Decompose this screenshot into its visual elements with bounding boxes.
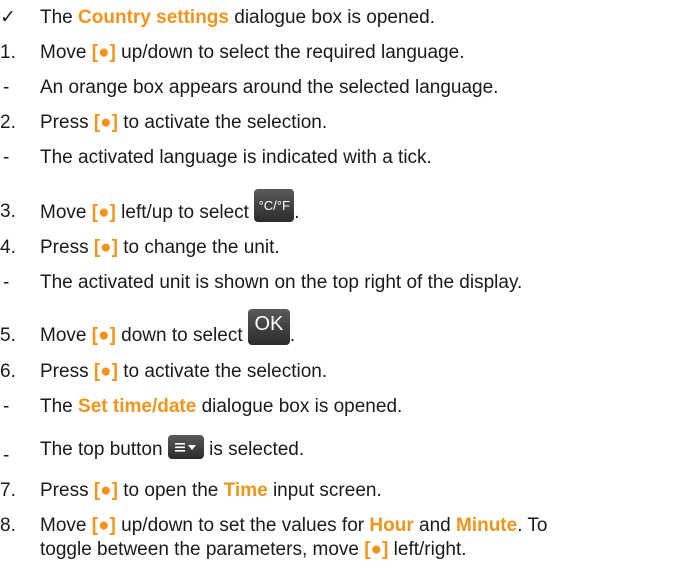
ok-button-icon: OK bbox=[247, 309, 290, 345]
line-text: The activated unit is shown on the top r… bbox=[40, 272, 523, 293]
line-text: Move [●] down to select OK. bbox=[40, 309, 295, 347]
line-text: The Country settings dialogue box is ope… bbox=[40, 7, 435, 28]
button-symbol: [●] bbox=[91, 515, 116, 536]
line-text: Press [●] to change the unit. bbox=[40, 237, 280, 258]
line-text: Press [●] to activate the selection. bbox=[40, 112, 328, 133]
line-text: An orange box appears around the selecte… bbox=[40, 77, 499, 98]
step-number: 8. bbox=[0, 515, 16, 536]
line-text: Move [●] up/down to set the values for H… bbox=[40, 515, 548, 536]
dash-marker: - bbox=[3, 272, 10, 293]
check-mark-icon: ✓ bbox=[0, 7, 16, 28]
dash-marker: - bbox=[3, 396, 10, 417]
button-symbol: [●] bbox=[93, 112, 118, 133]
button-symbol: [●] bbox=[364, 539, 389, 560]
step-number: 1. bbox=[0, 42, 16, 63]
unit-toggle-button-icon: °C/°F bbox=[254, 189, 295, 222]
step-number: 3. bbox=[0, 201, 16, 222]
dash-marker: - bbox=[3, 77, 10, 98]
parameter-hour: Hour bbox=[369, 515, 414, 536]
line-text: The activated language is indicated with… bbox=[40, 147, 432, 168]
dash-marker: - bbox=[3, 445, 10, 466]
line-text: toggle between the parameters, move [●] … bbox=[40, 539, 467, 560]
step-number: 5. bbox=[0, 325, 16, 346]
parameter-minute: Minute bbox=[455, 515, 518, 536]
line-text: The Set time/date dialogue box is opened… bbox=[40, 396, 403, 417]
line-text: Move [●] up/down to select the required … bbox=[40, 42, 465, 63]
menu-dropdown-icon bbox=[167, 435, 204, 459]
line-text: Press [●] to open the Time input screen. bbox=[40, 480, 382, 501]
step-number: 4. bbox=[0, 237, 16, 258]
button-symbol: [●] bbox=[93, 480, 118, 501]
dash-marker: - bbox=[3, 147, 10, 168]
dialogue-name: Country settings bbox=[78, 7, 229, 28]
button-symbol: [●] bbox=[91, 325, 116, 346]
button-symbol: [●] bbox=[91, 202, 116, 223]
button-symbol: [●] bbox=[91, 42, 116, 63]
line-text: Move [●] left/up to select °C/°F. bbox=[40, 189, 300, 224]
instruction-document: ✓ The Country settings dialogue box is o… bbox=[0, 0, 692, 570]
step-number: 7. bbox=[0, 480, 16, 501]
line-text: The top button is selected. bbox=[40, 435, 304, 461]
button-symbol: [●] bbox=[93, 361, 118, 382]
screen-name: Time bbox=[223, 480, 268, 501]
button-symbol: [●] bbox=[93, 237, 118, 258]
line-text: Press [●] to activate the selection. bbox=[40, 361, 328, 382]
dialogue-name: Set time/date bbox=[78, 396, 197, 417]
step-number: 6. bbox=[0, 361, 16, 382]
step-number: 2. bbox=[0, 112, 16, 133]
